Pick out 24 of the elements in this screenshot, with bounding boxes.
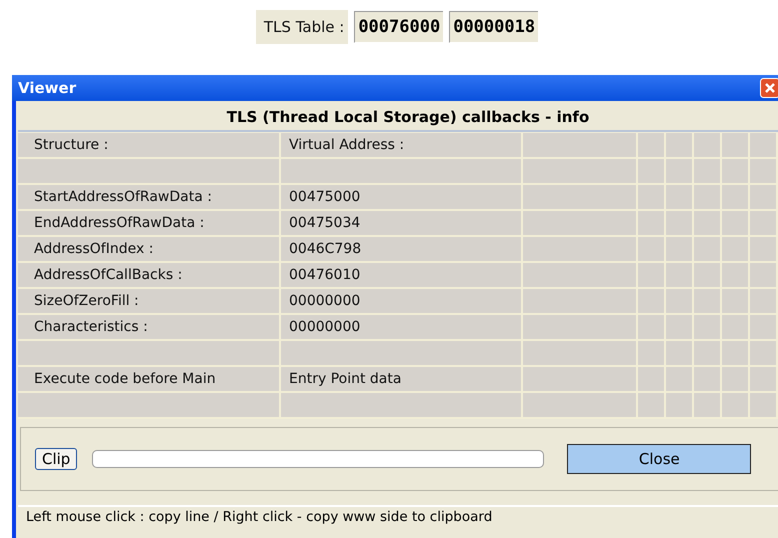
value-field: 00076000 [354,11,444,43]
value-field: 00000018 [449,11,538,43]
table-cell: Entry Point data [289,371,402,387]
table-cell: AddressOfIndex : [34,241,154,257]
status-text: Left mouse click : copy line / Right click - copy www side to clipboard [26,509,492,525]
close-button[interactable]: Close [567,444,752,474]
table-cell: AddressOfCallBacks : [34,267,182,283]
table-cell: 00000000 [289,319,360,335]
table-cell: Virtual Address : [289,137,404,153]
table-cell: Execute code before Main [34,371,216,387]
table-cell: 00475000 [289,189,360,205]
table-cell: SizeOfZeroFill : [34,293,139,309]
table-cell: 0046C798 [289,241,362,257]
table-cell: 00476010 [289,267,360,283]
tls-table-label: TLS Table : [256,10,348,44]
table-cell: Structure : [34,137,108,153]
table-cell: 00475034 [289,215,360,231]
window-title: Viewer [18,79,76,97]
table-cell: Characteristics : [34,319,148,335]
table-cell: 00000000 [289,293,360,309]
table-cell: EndAddressOfRawData : [34,215,204,231]
table-cell: StartAddressOfRawData : [34,189,212,205]
close-icon[interactable] [760,78,778,98]
clip-button[interactable]: Clip [35,448,78,470]
